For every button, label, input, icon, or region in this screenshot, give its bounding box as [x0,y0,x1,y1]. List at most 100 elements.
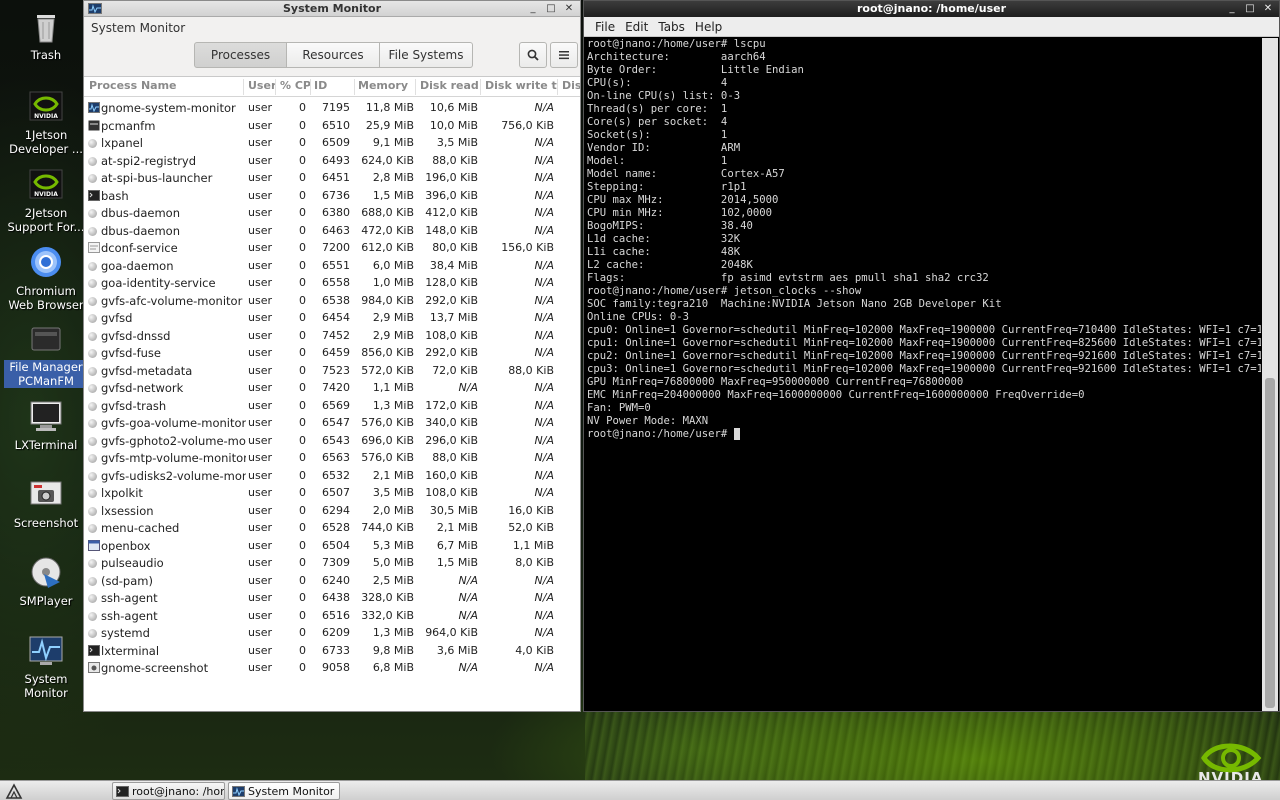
desktop-icon-screenshot[interactable]: Screenshot [4,474,88,530]
table-row[interactable]: goa-identity-service user 0 6558 1,0 MiB 128,… [84,274,580,292]
process-name-cell: goa-daemon [101,258,174,273]
process-id-cell: 6507 [322,486,350,499]
table-row[interactable]: dbus-daemon user 0 6463 472,0 KiB 148,0 KiB N/… [84,222,580,240]
terminal-scrollbar[interactable] [1262,38,1278,711]
table-row[interactable]: dconf-service user 0 7200 612,0 KiB 80,0 KiB 1… [84,239,580,257]
terminal-titlebar[interactable]: root@jnano: /home/user _ □ ✕ [584,1,1279,17]
table-row[interactable]: gvfsd-network user 0 7420 1,1 MiB N/A N/A [84,379,580,397]
table-row[interactable]: gvfs-goa-volume-monitor user 0 6547 576,0 Ki… [84,414,580,432]
process-disk-read-cell: 964,0 KiB [425,626,478,639]
table-row[interactable]: gnome-screenshot user 0 9058 6,8 MiB N/A N/A [84,659,580,677]
taskbar-item-system-monitor[interactable]: System Monitor [228,782,340,800]
openbox-icon [88,539,100,552]
desktop-icon-chromium[interactable]: Chromium Web Browser [4,242,88,312]
process-disk-write-cell: N/A [534,101,554,114]
table-row[interactable]: gvfsd-metadata user 0 7523 572,0 KiB 72,0 KiB… [84,362,580,380]
process-disk-read-cell: 10,6 MiB [429,101,478,114]
desktop-icon-nvidia[interactable]: NVIDIA 2Jetson Support For... [4,164,88,234]
column-disk-write[interactable]: Disk write to [482,79,558,95]
process-disk-write-cell: N/A [534,608,554,622]
process-cpu-cell: 0 [299,101,306,114]
process-id-cell: 6516 [322,608,350,622]
process-memory-cell: 2,8 MiB [372,171,414,184]
menu-help[interactable]: Help [690,17,727,36]
minimize-icon[interactable]: _ [526,2,540,15]
process-cpu-cell: 0 [299,381,306,394]
table-row[interactable]: gnome-system-monitor user 0 7195 11,8 MiB 10,… [84,99,580,117]
table-row[interactable]: lxterminal user 0 6733 9,8 MiB 3,6 MiB 4,0 KiB [84,642,580,660]
sysmon-titlebar[interactable]: System Monitor _ □ ✕ [84,1,580,17]
column-disk[interactable]: Disk [559,79,580,95]
table-row[interactable]: ssh-agent user 0 6516 332,0 KiB N/A N/A [84,607,580,625]
table-row[interactable]: gvfs-afc-volume-monitor user 0 6538 984,0 Ki… [84,292,580,310]
table-row[interactable]: pulseaudio user 0 7309 5,0 MiB 1,5 MiB 8,0 KiB [84,554,580,572]
table-row[interactable]: ssh-agent user 0 6438 328,0 KiB N/A N/A [84,589,580,607]
desktop-icon-nvidia[interactable]: NVIDIA 1Jetson Developer ... [4,86,88,156]
column-id[interactable]: ID [311,79,355,95]
menu-edit[interactable]: Edit [620,17,653,36]
menu-tabs[interactable]: Tabs [653,17,690,36]
lxde-start-icon[interactable] [4,782,24,800]
table-row[interactable]: gvfs-gphoto2-volume-monitoruser 0 6543 696,… [84,432,580,450]
menu-button[interactable] [550,42,578,68]
minimize-icon[interactable]: _ [1225,2,1239,15]
process-disk-read-cell: N/A [458,661,478,674]
process-cpu-cell: 0 [299,206,306,219]
table-row[interactable]: gvfsd-trash user 0 6569 1,3 MiB 172,0 KiB N/A [84,397,580,415]
close-icon[interactable]: ✕ [562,2,576,15]
column-process-name[interactable]: Process Name [86,79,244,95]
desktop-icon-system-monitor[interactable]: System Monitor [4,630,88,700]
scrollbar-thumb[interactable] [1265,378,1275,708]
process-disk-read-cell: 292,0 KiB [425,346,478,359]
process-cpu-cell: 0 [299,468,306,482]
taskbar-item-terminal[interactable]: root@jnano: /hom... [112,782,225,800]
menu-file[interactable]: File [590,17,620,36]
tab-resources[interactable]: Resources [287,42,380,68]
table-row[interactable]: menu-cached user 0 6528 744,0 KiB 2,1 MiB 52,0… [84,519,580,537]
maximize-icon[interactable]: □ [1243,2,1257,15]
terminal-output[interactable]: root@jnano:/home/user# lscpu Architecture… [585,38,1261,711]
process-id-cell: 6551 [322,258,350,272]
process-disk-write-cell: 756,0 KiB [501,118,554,132]
table-row[interactable]: gvfs-mtp-volume-monitor user 0 6563 576,0 Ki… [84,449,580,467]
terminal-line: GPU MinFreq=76800000 MaxFreq=950000000 C… [587,376,964,388]
table-row[interactable]: at-spi-bus-launcher user 0 6451 2,8 MiB 196,0… [84,169,580,187]
table-row[interactable]: openbox user 0 6504 5,3 MiB 6,7 MiB 1,1 MiB [84,537,580,555]
table-row[interactable]: gvfsd user 0 6454 2,9 MiB 13,7 MiB N/A [84,309,580,327]
tab-processes[interactable]: Processes [194,42,287,68]
dconf-icon [88,242,100,254]
table-row[interactable]: gvfs-udisks2-volume-monitoruser 0 6532 2,1 … [84,467,580,485]
table-row[interactable]: gvfsd-fuse user 0 6459 856,0 KiB 292,0 KiB N/A [84,344,580,362]
table-row[interactable]: lxpanel user 0 6509 9,1 MiB 3,5 MiB N/A [84,134,580,152]
desktop-icon-file-manager[interactable]: File Manager PCManFM [4,318,88,388]
desktop-icon-trash[interactable]: Trash [4,6,88,62]
column-cpu[interactable]: % CPU [277,79,311,95]
column-disk-read[interactable]: Disk read [417,79,481,95]
column-user[interactable]: User [245,79,276,95]
desktop-icon-smplayer[interactable]: SMPlayer [4,552,88,608]
process-disk-read-cell: 3,6 MiB [436,643,478,657]
table-row[interactable]: dbus-daemon user 0 6380 688,0 KiB 412,0 KiB N/… [84,204,580,222]
process-memory-cell: 576,0 KiB [361,416,414,429]
search-button[interactable] [519,42,547,68]
terminal-prompt-line[interactable]: root@jnano:/home/user# [587,428,1259,441]
maximize-icon[interactable]: □ [544,2,558,15]
process-cpu-cell: 0 [299,433,306,447]
table-row[interactable]: lxpolkit user 0 6507 3,5 MiB 108,0 KiB N/A [84,484,580,502]
process-disk-read-cell: N/A [458,608,478,622]
close-icon[interactable]: ✕ [1261,2,1275,15]
table-row[interactable]: bash user 0 6736 1,5 MiB 396,0 KiB N/A [84,187,580,205]
column-memory[interactable]: Memory [355,79,416,95]
desktop-icon-terminal[interactable]: LXTerminal [4,396,88,452]
tab-file-systems[interactable]: File Systems [380,42,473,68]
table-row[interactable]: pcmanfm user 0 6510 25,9 MiB 10,0 MiB 756,0 Ki… [84,117,580,135]
process-memory-cell: 9,1 MiB [372,136,414,149]
table-row[interactable]: goa-daemon user 0 6551 6,0 MiB 38,4 MiB N/A [84,257,580,275]
table-row[interactable]: lxsession user 0 6294 2,0 MiB 30,5 MiB 16,0 Ki… [84,502,580,520]
process-user-cell: user [248,416,272,429]
process-cpu-cell: 0 [299,346,306,359]
table-row[interactable]: systemd user 0 6209 1,3 MiB 964,0 KiB N/A [84,624,580,642]
table-row[interactable]: (sd-pam) user 0 6240 2,5 MiB N/A N/A [84,572,580,590]
table-row[interactable]: gvfsd-dnssd user 0 7452 2,9 MiB 108,0 KiB N/A [84,327,580,345]
table-row[interactable]: at-spi2-registryd user 0 6493 624,0 KiB 88,0 … [84,152,580,170]
